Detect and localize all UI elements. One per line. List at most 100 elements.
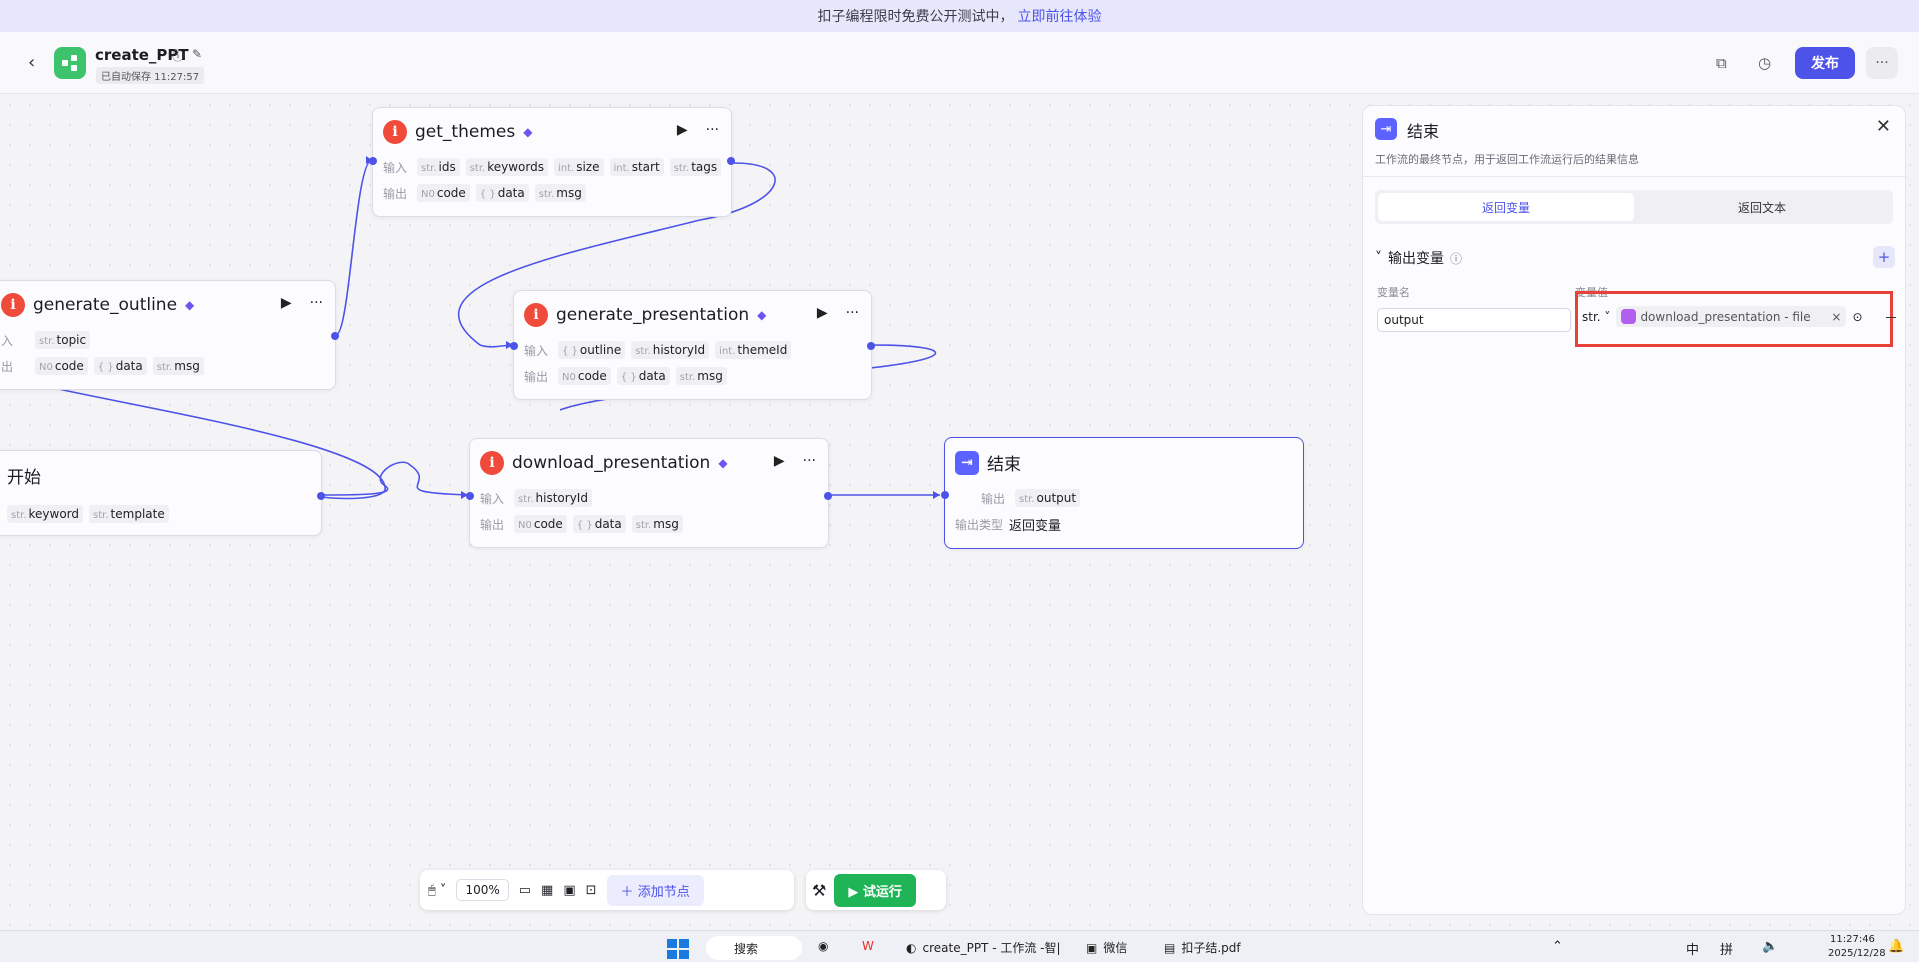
node-more-icon[interactable]: ··· — [310, 295, 323, 311]
image-icon[interactable]: ▣ — [563, 883, 575, 898]
output-variables-section[interactable]: ˅ 输出变量 ⓘ — [1375, 248, 1462, 268]
exit-icon: ⇥ — [955, 450, 979, 475]
input-port[interactable] — [941, 491, 949, 499]
close-icon[interactable]: ✕ — [1876, 116, 1891, 137]
output-port[interactable] — [331, 332, 339, 340]
type-select[interactable]: str. ˅ — [1582, 310, 1610, 324]
remove-variable-icon[interactable] — [1886, 317, 1896, 318]
wps-icon[interactable]: W — [862, 939, 874, 953]
node-more-icon[interactable]: ··· — [803, 453, 816, 469]
run-node-icon[interactable]: ▶ — [677, 122, 688, 138]
test-run-button[interactable]: ▶ 试运行 — [834, 873, 916, 907]
input-port[interactable] — [466, 492, 474, 500]
more-icon[interactable]: ··· — [1866, 47, 1898, 79]
param-tag: str. keyword — [7, 505, 84, 523]
input-label: 输入 — [383, 160, 408, 175]
param-tag: N0 code — [35, 357, 88, 375]
node-title: generate_presentation — [556, 305, 750, 325]
diamond-icon: ◆ — [523, 125, 533, 139]
clear-icon[interactable]: × — [1831, 310, 1841, 324]
section-title: 输出变量 — [1388, 251, 1444, 267]
param-tag: N0 code — [417, 184, 470, 202]
param-tag: str. topic — [35, 331, 91, 349]
output-port[interactable] — [317, 492, 325, 500]
edge-window[interactable]: ◐ create_PPT - 工作流 -智| — [906, 939, 1061, 956]
grid-icon[interactable]: ▦ — [541, 883, 553, 898]
node-end[interactable]: ⇥ 结束 输出 str. output 输出类型 返回变量 — [941, 437, 1304, 549]
param-tag: { } data — [93, 357, 147, 375]
param-tag: int. themeId — [715, 341, 792, 359]
param-tag: { } data — [616, 367, 670, 385]
reference-tag[interactable]: download_presentation - file × — [1616, 306, 1847, 327]
add-variable-button[interactable]: + — [1873, 246, 1895, 268]
ime-indicator[interactable]: 中 — [1686, 939, 1699, 958]
input-label: 输入 — [480, 491, 505, 506]
info-icon[interactable]: ⓘ — [1450, 250, 1462, 267]
tool-icon[interactable]: ⚒ — [812, 881, 826, 900]
param-tag: str. template — [89, 505, 169, 523]
zoom-select[interactable]: 100% — [456, 879, 509, 901]
tab-return-text[interactable]: 返回文本 — [1634, 193, 1890, 221]
layout-icon[interactable]: ⊡ — [586, 883, 597, 898]
node-download-presentation[interactable]: i download_presentation ◆ ▶ ··· 输入 str. hi… — [466, 438, 832, 548]
output-label: 输出 — [383, 186, 408, 201]
param-tag: str. msg — [631, 515, 683, 533]
output-port[interactable] — [727, 157, 735, 165]
mouse-mode-icon[interactable]: 🖱 ˅ — [428, 883, 446, 898]
param-tag: str. keywords — [465, 158, 548, 176]
node-generate-presentation[interactable]: i generate_presentation ◆ ▶ ··· 输入 { } out… — [510, 290, 875, 400]
edit-icon[interactable]: ✎ — [192, 47, 202, 61]
panel-title: 结束 — [1407, 122, 1440, 141]
param-tag: str. msg — [534, 184, 586, 202]
exit-icon: ⇥ — [1375, 118, 1397, 140]
node-title: 开始 — [7, 468, 41, 488]
run-node-icon[interactable]: ▶ — [281, 295, 292, 311]
input-label: 入 — [1, 333, 14, 348]
history-icon[interactable]: ◷ — [1758, 54, 1771, 72]
tray-up-icon[interactable]: ⌃ — [1552, 939, 1563, 954]
clock-time: 11:27:46 — [1830, 934, 1875, 945]
taskbar-search[interactable]: 搜索 — [706, 936, 802, 960]
windows-start-icon[interactable] — [667, 939, 689, 959]
node-get-themes[interactable]: i get_themes ◆ ▶ ··· 输入 str. ids str. keywo… — [369, 107, 735, 217]
settings-icon[interactable]: ⊙ — [1852, 310, 1862, 324]
run-box: ⚒ ▶ 试运行 — [806, 870, 946, 910]
output-port[interactable] — [867, 342, 875, 350]
variable-name-input[interactable]: output — [1377, 308, 1571, 332]
diamond-icon: ◆ — [718, 456, 728, 470]
param-tag: { } data — [572, 515, 626, 533]
add-node-button[interactable]: ＋ 添加节点 — [606, 874, 704, 906]
node-title: 结束 — [987, 455, 1021, 475]
top-bar: ‹ create_PPT ⓘ ✎ 已自动保存 11:27:57 ⧉ ◷ 发布 ·… — [0, 32, 1919, 94]
node-start[interactable]: 开始 str. keyword str. template — [0, 450, 325, 536]
copilot-icon[interactable]: ◉ — [818, 939, 828, 953]
publish-button[interactable]: 发布 — [1795, 47, 1855, 79]
run-node-icon[interactable]: ▶ — [774, 453, 785, 469]
node-more-icon[interactable]: ··· — [706, 122, 719, 138]
plugin-icon: i — [383, 120, 407, 144]
chevron-down-icon[interactable]: ˅ — [1375, 250, 1382, 266]
comment-icon[interactable]: ▭ — [519, 883, 531, 898]
output-port[interactable] — [824, 492, 832, 500]
speaker-icon[interactable]: 🔈 — [1762, 939, 1778, 954]
info-icon[interactable]: ⓘ — [172, 47, 184, 64]
banner-link[interactable]: 立即前往体验 — [1018, 6, 1102, 26]
input-port[interactable] — [369, 157, 377, 165]
diamond-icon: ◆ — [185, 298, 195, 312]
wechat-window[interactable]: ▣ 微信 — [1086, 939, 1127, 956]
output-type-value: 返回变量 — [1009, 519, 1062, 534]
tab-return-variable[interactable]: 返回变量 — [1378, 193, 1634, 221]
pdf-window[interactable]: ▤ 扣子结.pdf — [1164, 939, 1241, 956]
back-icon[interactable]: ‹ — [28, 52, 35, 73]
node-generate-outline[interactable]: i generate_outline ◆ ▶ ··· 入 str. topic 出 … — [0, 280, 339, 390]
notification-icon[interactable]: 🔔 — [1888, 939, 1904, 954]
variable-value-field[interactable]: str. ˅ download_presentation - file × ⊙ — [1575, 291, 1893, 347]
copy-icon[interactable]: ⧉ — [1716, 54, 1727, 72]
node-title: get_themes — [415, 122, 516, 142]
param-tag: int. size — [554, 158, 604, 176]
ime-mode[interactable]: 拼 — [1720, 939, 1733, 958]
run-node-icon[interactable]: ▶ — [817, 305, 828, 321]
input-port[interactable] — [510, 342, 518, 350]
param-tag: N0 code — [514, 515, 567, 533]
node-more-icon[interactable]: ··· — [846, 305, 859, 321]
